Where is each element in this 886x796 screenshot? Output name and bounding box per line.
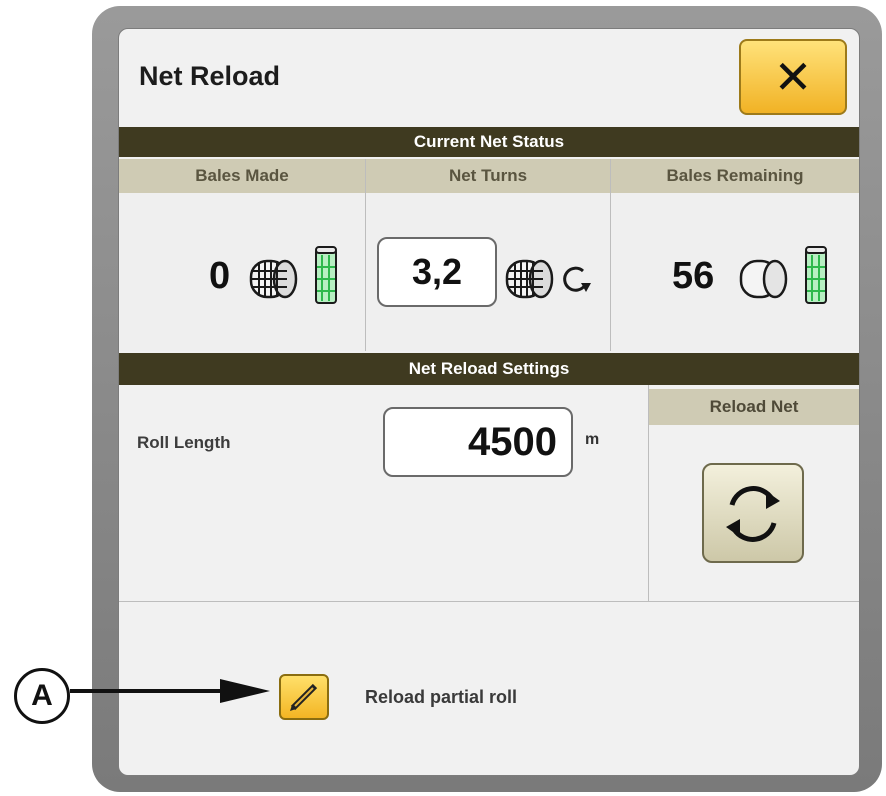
net-roll-icon <box>805 246 827 304</box>
net-turns-field[interactable]: 3,2 <box>377 237 497 307</box>
bales-remaining-value: 56 <box>672 255 715 297</box>
column-divider <box>610 159 611 351</box>
close-button[interactable]: ✕ <box>739 39 847 115</box>
reload-partial-roll-button[interactable] <box>279 674 329 720</box>
netted-bale-icon <box>249 259 298 299</box>
bale-icon <box>739 259 788 299</box>
pencil-icon <box>290 683 318 711</box>
roll-length-label: Roll Length <box>137 433 231 452</box>
dialog-title: Net Reload <box>139 61 281 91</box>
rotation-icon <box>563 266 591 292</box>
net-reload-settings-header: Net Reload Settings <box>119 353 859 385</box>
close-icon: ✕ <box>773 50 813 104</box>
reload-net-button[interactable] <box>702 463 804 563</box>
netted-bale-icon <box>505 259 554 299</box>
net-reload-dialog: Net Reload ✕ Current Net Status Bales Ma… <box>118 28 860 776</box>
current-net-status-header: Current Net Status <box>119 127 859 157</box>
reload-partial-roll-label: Reload partial roll <box>365 687 518 707</box>
callout-marker: A <box>14 668 70 724</box>
reload-net-header: Reload Net <box>649 389 859 425</box>
bales-made-header: Bales Made <box>119 159 365 193</box>
net-roll-icon <box>315 246 337 304</box>
roll-length-field[interactable]: 4500 <box>383 407 573 477</box>
bales-made-value: 0 <box>209 255 231 297</box>
reload-icon <box>726 486 780 542</box>
section-divider <box>119 601 859 602</box>
column-divider <box>365 159 366 351</box>
net-turns-header: Net Turns <box>366 159 610 193</box>
callout-arrow <box>70 679 270 703</box>
bales-remaining-header: Bales Remaining <box>611 159 859 193</box>
roll-length-unit: m <box>585 431 600 448</box>
